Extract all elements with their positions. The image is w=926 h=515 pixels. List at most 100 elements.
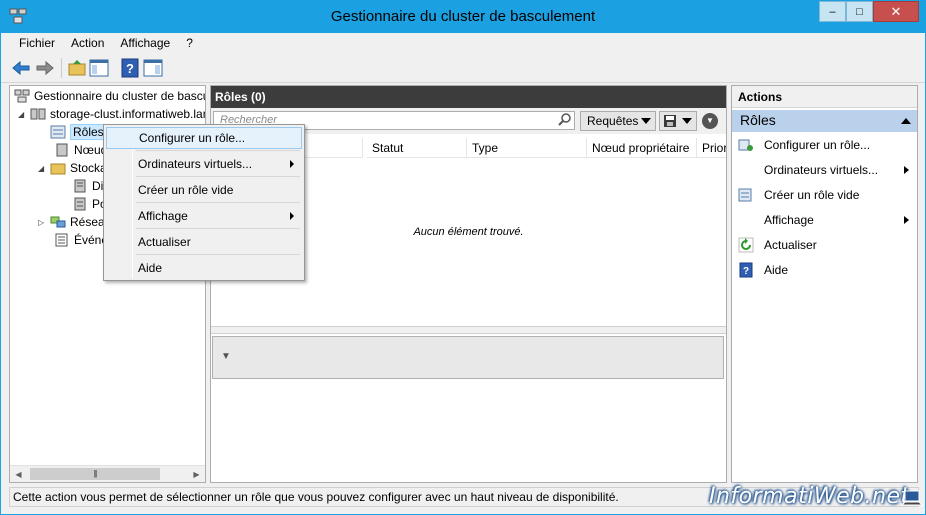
tree-item-root[interactable]: Gestionnaire du cluster de basculement	[14, 87, 205, 105]
watermark-text: InformatiWeb.net	[709, 484, 910, 509]
actions-section-label: Rôles	[740, 112, 776, 128]
submenu-arrow-icon	[290, 212, 294, 220]
action-label: Créer un rôle vide	[764, 188, 860, 202]
context-item-label: Affichage	[138, 209, 188, 223]
window-title: Gestionnaire du cluster de basculement	[330, 8, 596, 25]
disk-icon	[74, 179, 86, 193]
action-label: Affichage	[764, 213, 814, 227]
tree-item-roles[interactable]: Rôles	[50, 123, 107, 141]
actions-pane: Actions Rôles Configurer un rôle... Ordi…	[731, 85, 918, 483]
tree-item-label: Rôles	[70, 124, 107, 140]
tree-item-cluster[interactable]: ◢ storage-clust.informatiweb.lan	[18, 105, 206, 123]
action-label: Ordinateurs virtuels...	[764, 163, 879, 177]
collapse-up-icon[interactable]	[901, 118, 911, 124]
scroll-right-icon[interactable]: ▶	[188, 466, 205, 482]
toolbar-separator	[61, 58, 62, 78]
column-header-priority[interactable]: Priorité	[697, 138, 726, 158]
up-folder-icon[interactable]	[67, 58, 87, 78]
action-label: Actualiser	[764, 238, 817, 252]
network-icon	[50, 216, 66, 228]
action-refresh[interactable]: Actualiser	[732, 234, 917, 256]
actions-title: Actions	[732, 86, 917, 108]
column-header-owner-node[interactable]: Nœud propriétaire	[587, 138, 697, 158]
tree-horizontal-scrollbar[interactable]: ◀ ||| ▶	[10, 465, 205, 482]
scrollbar-thumb[interactable]: |||	[30, 468, 160, 480]
back-arrow-icon[interactable]	[11, 58, 31, 78]
queries-button[interactable]: Requêtes	[580, 111, 656, 131]
storage-folder-icon	[50, 163, 66, 175]
menu-action[interactable]: Action	[63, 36, 112, 50]
actions-section-roles[interactable]: Rôles	[732, 110, 917, 132]
action-help[interactable]: ? Aide	[732, 259, 917, 281]
column-header-type[interactable]: Type	[467, 138, 587, 158]
context-menu-separator	[136, 202, 300, 203]
context-item-view[interactable]: Affichage	[106, 205, 302, 227]
tree-item-label: storage-clust.informatiweb.lan	[50, 107, 206, 121]
roles-icon	[50, 125, 66, 139]
dropdown-caret-icon	[682, 118, 692, 124]
save-query-button[interactable]	[659, 111, 697, 131]
maximize-button[interactable]: □	[846, 1, 873, 22]
menu-view[interactable]: Affichage	[112, 36, 178, 50]
column-header-status[interactable]: Statut	[367, 138, 467, 158]
context-item-label: Ordinateurs virtuels...	[138, 157, 253, 171]
expand-chevron-icon[interactable]: ▼	[702, 113, 718, 129]
expand-arrow-icon[interactable]: ▷	[38, 218, 48, 227]
help-icon[interactable]: ?	[120, 58, 140, 78]
main-window: Gestionnaire du cluster de basculement –…	[0, 0, 926, 515]
svg-text:?: ?	[126, 61, 134, 76]
svg-text:?: ?	[743, 266, 749, 277]
context-item-help[interactable]: Aide	[106, 257, 302, 279]
context-menu-separator	[136, 254, 300, 255]
context-menu-separator	[136, 228, 300, 229]
minimize-button[interactable]: –	[819, 1, 846, 22]
help-icon: ?	[739, 262, 753, 278]
context-menu-gutter	[132, 127, 133, 278]
show-hide-actions-icon[interactable]	[143, 58, 163, 78]
dropdown-caret-icon	[641, 118, 651, 124]
action-virtual-machines[interactable]: Ordinateurs virtuels...	[732, 159, 917, 181]
context-menu-separator	[136, 150, 300, 151]
details-panel: ▼	[212, 336, 724, 379]
menu-file[interactable]: Fichier	[11, 36, 63, 50]
menu-help[interactable]: ?	[178, 36, 201, 50]
scroll-left-icon[interactable]: ◀	[10, 466, 27, 482]
save-icon	[664, 115, 676, 127]
tree-item-label: Gestionnaire du cluster de basculement	[34, 89, 205, 103]
context-item-create-empty-role[interactable]: Créer un rôle vide	[106, 179, 302, 201]
collapse-arrow-icon[interactable]: ◢	[18, 110, 28, 119]
action-create-empty-role[interactable]: Créer un rôle vide	[732, 184, 917, 206]
close-button[interactable]: ✕	[873, 1, 919, 22]
watermark-laptop-icon	[901, 490, 923, 506]
pane-splitter[interactable]	[211, 326, 726, 334]
nodes-icon	[56, 143, 68, 157]
chevron-down-icon[interactable]: ▼	[221, 351, 231, 362]
submenu-arrow-icon	[290, 160, 294, 168]
toolbar: ?	[1, 53, 925, 83]
action-label: Configurer un rôle...	[764, 138, 871, 152]
context-menu: Configurer un rôle... Ordinateurs virtue…	[103, 124, 305, 281]
search-icon[interactable]	[558, 112, 572, 126]
context-item-refresh[interactable]: Actualiser	[106, 231, 302, 253]
action-view[interactable]: Affichage	[732, 209, 917, 231]
cluster-icon	[30, 108, 46, 120]
title-bar: Gestionnaire du cluster de basculement –…	[1, 1, 925, 33]
show-hide-tree-icon[interactable]	[89, 58, 109, 78]
cluster-manager-icon	[14, 89, 30, 103]
roles-pane-title: Rôles (0)	[211, 86, 726, 108]
context-menu-separator	[136, 176, 300, 177]
configure-role-icon	[738, 139, 753, 151]
events-icon	[55, 233, 68, 247]
action-configure-role[interactable]: Configurer un rôle...	[732, 134, 917, 156]
submenu-arrow-icon	[904, 216, 909, 224]
refresh-icon	[738, 237, 754, 253]
action-label: Aide	[764, 263, 789, 277]
context-item-configure-role[interactable]: Configurer un rôle...	[106, 127, 302, 149]
pool-icon	[74, 197, 86, 211]
collapse-arrow-icon[interactable]: ◢	[38, 164, 48, 173]
context-item-virtual-machines[interactable]: Ordinateurs virtuels...	[106, 153, 302, 175]
submenu-arrow-icon	[904, 166, 909, 174]
forward-arrow-icon[interactable]	[35, 58, 55, 78]
queries-label: Requêtes	[587, 114, 639, 128]
menu-bar: Fichier Action Affichage ?	[1, 33, 925, 53]
